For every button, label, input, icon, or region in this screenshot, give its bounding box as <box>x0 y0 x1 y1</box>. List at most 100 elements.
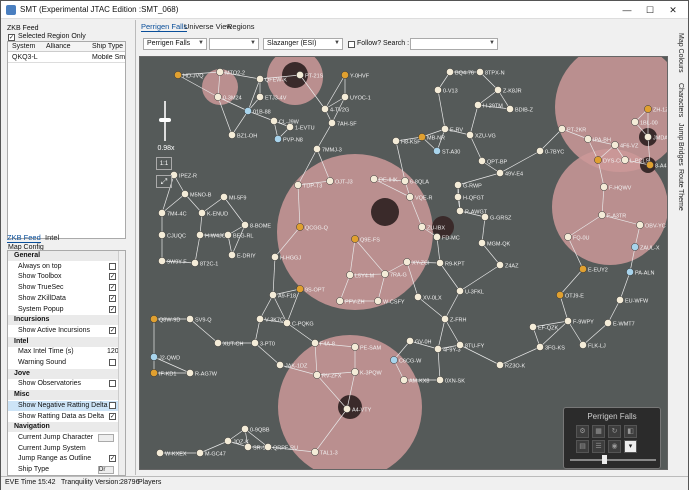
minimize-button[interactable]: — <box>616 3 638 17</box>
system-node[interactable]: MGM-QK <box>478 239 511 248</box>
system-dot[interactable] <box>441 315 449 323</box>
system-node[interactable]: 8T2C-1 <box>191 259 218 268</box>
system-node[interactable]: G-GRSZ <box>481 213 512 222</box>
system-node[interactable]: XV-0LX <box>414 293 442 302</box>
system-dot[interactable] <box>150 353 158 361</box>
system-node[interactable]: 0-7BYC <box>536 147 564 156</box>
system-node[interactable]: H-HGGJ <box>271 253 301 262</box>
system-node[interactable]: MI-5F9 <box>220 193 246 202</box>
system-dot[interactable] <box>600 183 608 191</box>
system-node[interactable]: IF-KD1 <box>150 369 176 378</box>
config-item[interactable]: Ship Type Dr <box>8 465 119 475</box>
tab-regions[interactable]: Regions <box>227 22 255 31</box>
system-dot[interactable] <box>456 287 464 295</box>
system-dot[interactable] <box>418 223 426 231</box>
system-node[interactable]: F-9WPY <box>564 317 594 326</box>
config-item[interactable]: Always on top <box>8 262 119 272</box>
system-dot[interactable] <box>313 371 321 379</box>
system-dot[interactable] <box>414 293 422 301</box>
system-dot[interactable] <box>214 339 222 347</box>
config-item[interactable]: Show Ratting Data as Delta ✓ <box>8 412 119 422</box>
system-dot[interactable] <box>456 207 464 215</box>
tab-universe-view[interactable]: Universe View <box>184 22 232 31</box>
zkb-feed-grid[interactable]: System Alliance Ship Type QKQ3-L Mobile … <box>7 41 126 239</box>
system-node[interactable]: E-RV <box>441 125 463 134</box>
system-node[interactable]: FLK-LJ <box>579 341 606 350</box>
system-node[interactable]: HD-JVQ <box>174 71 204 80</box>
system-node[interactable]: V-3K7C <box>256 315 284 324</box>
system-node[interactable]: QRPF-RU <box>264 443 298 452</box>
system-dot[interactable] <box>390 356 398 364</box>
system-dot[interactable] <box>270 117 278 125</box>
system-dot[interactable] <box>403 258 411 266</box>
system-node[interactable]: E-EUY2 <box>579 265 608 274</box>
region-map[interactable]: HD-JVQ MTO2-2 QFEW-K PT-21S Y-0HVF BQ4-76 8TPX… <box>139 56 668 470</box>
system-dot[interactable] <box>433 147 441 155</box>
system-dot[interactable] <box>174 71 182 79</box>
blank-select[interactable]: ▼ <box>209 38 259 50</box>
system-node[interactable]: G-RWP <box>454 181 482 190</box>
system-node[interactable]: ST-A30 <box>433 147 460 156</box>
system-node[interactable]: L5Y4-M <box>346 271 375 280</box>
system-dot[interactable] <box>579 265 587 273</box>
system-node[interactable]: PFV-ZH <box>336 297 365 306</box>
system-dot[interactable] <box>346 271 354 279</box>
config-category[interactable]: Navigation <box>8 422 119 433</box>
system-dot[interactable] <box>631 243 639 251</box>
system-dot[interactable] <box>446 68 454 76</box>
close-button[interactable]: ✕ <box>662 3 684 17</box>
config-checkbox[interactable]: ✓ <box>109 284 116 292</box>
system-dot[interactable] <box>311 339 319 347</box>
system-dot[interactable] <box>392 137 400 145</box>
system-dot[interactable] <box>158 231 166 239</box>
system-dot[interactable] <box>321 105 329 113</box>
config-category[interactable]: General <box>8 251 119 261</box>
system-node[interactable]: IPA-BH <box>584 135 611 144</box>
system-node[interactable]: F-HQWV <box>600 183 632 192</box>
system-node[interactable]: H-QFGT <box>454 193 485 202</box>
system-node[interactable]: OJT-J3 <box>326 177 353 186</box>
system-dot[interactable] <box>283 319 291 327</box>
config-checkbox[interactable]: ✓ <box>109 412 116 420</box>
system-dot[interactable] <box>556 291 564 299</box>
system-dot[interactable] <box>224 231 232 239</box>
system-node[interactable]: EF-QZK <box>529 323 558 332</box>
system-node[interactable]: M-GC47 <box>196 449 226 458</box>
config-checkbox[interactable] <box>109 401 116 409</box>
system-node[interactable]: H-29TM <box>474 101 503 110</box>
system-node[interactable]: PVP-N8 <box>274 135 303 144</box>
system-dot[interactable] <box>256 93 264 101</box>
system-dot[interactable] <box>276 361 284 369</box>
system-dot[interactable] <box>241 221 249 229</box>
system-node[interactable]: RV-ZFX <box>313 371 342 380</box>
system-dot[interactable] <box>271 253 279 261</box>
overlay-grid-icon[interactable]: ▦ <box>592 425 605 438</box>
overlay-refresh-icon[interactable]: ↻ <box>608 425 621 438</box>
system-dot[interactable] <box>401 177 409 185</box>
system-dot[interactable] <box>158 257 166 265</box>
overlay-eye-icon[interactable]: ◉ <box>608 440 621 453</box>
system-dot[interactable] <box>381 270 389 278</box>
system-dot[interactable] <box>644 105 652 113</box>
fit-view-icon[interactable]: ⤢ <box>156 175 172 188</box>
system-dot[interactable] <box>256 315 264 323</box>
system-dot[interactable] <box>529 323 537 331</box>
system-dot[interactable] <box>644 133 652 141</box>
system-node[interactable]: K-3PQW <box>351 368 383 377</box>
config-item[interactable]: Current Jump Character <box>8 433 119 443</box>
config-item[interactable]: Warning Sound <box>8 358 119 368</box>
system-node[interactable]: 8-BOME <box>241 221 271 230</box>
system-node[interactable]: PT-2KR <box>558 125 586 134</box>
system-node[interactable]: EU-WFW <box>616 296 649 305</box>
system-node[interactable]: BDIB-Z <box>506 105 534 114</box>
system-dot[interactable] <box>341 93 349 101</box>
config-checkbox[interactable]: ✓ <box>109 326 116 334</box>
system-dot[interactable] <box>406 193 414 201</box>
system-dot[interactable] <box>374 297 382 305</box>
system-node[interactable]: SV9-Q <box>186 315 212 324</box>
system-dot[interactable] <box>311 448 319 456</box>
system-dot[interactable] <box>313 145 321 153</box>
system-dot[interactable] <box>466 131 474 139</box>
system-dot[interactable] <box>631 118 639 126</box>
system-dot[interactable] <box>196 231 204 239</box>
